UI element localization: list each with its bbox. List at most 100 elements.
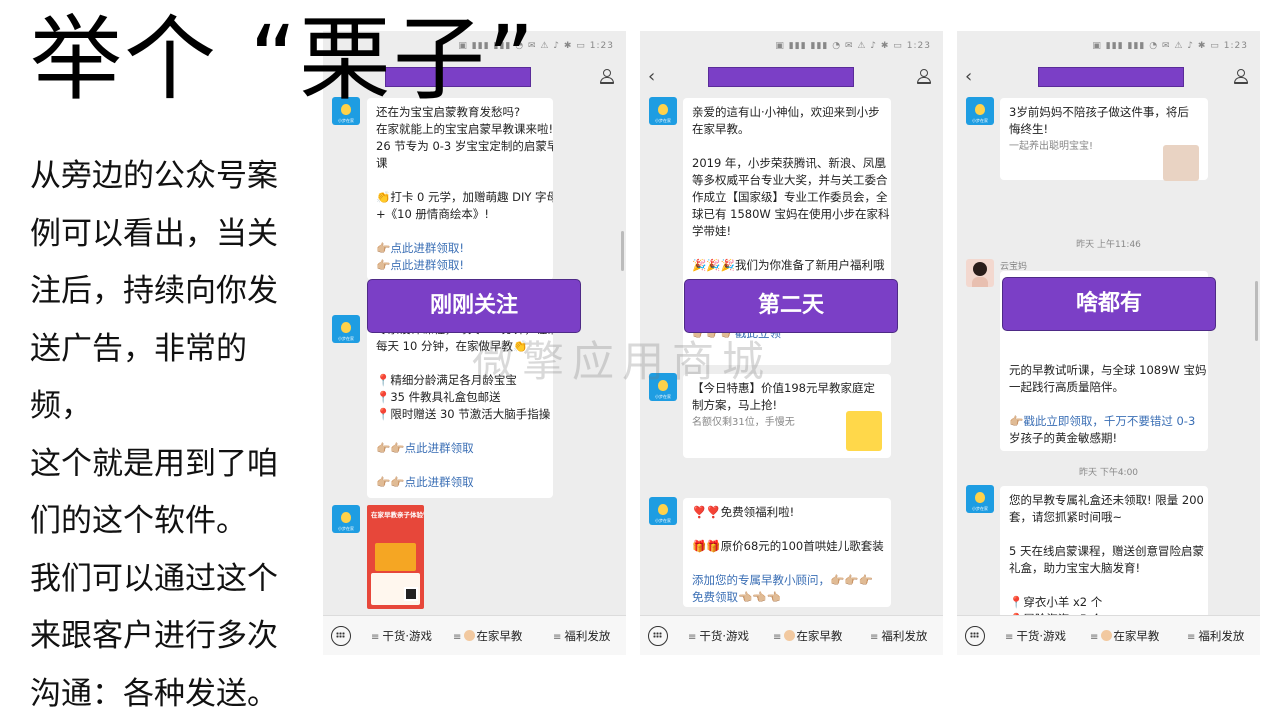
- message: 您的早教专属礼盒还未领取! 限量 200 套，请您抓紧时间哦~ 5 天在线启蒙课程，…: [957, 483, 1260, 615]
- message-line: [692, 521, 882, 538]
- menu-bar: ≡ 干货·游戏 ≡ 在家早教 ≡ 福利发放: [957, 615, 1260, 655]
- back-arrow-icon[interactable]: ‹: [965, 68, 972, 86]
- body-paragraph-1: 从旁边的公众号案 例可以看出，当关 注后，持续向你发 送广告，非常的频， 这个就…: [30, 158, 278, 539]
- message-line: [692, 555, 882, 572]
- poster-image[interactable]: 在家早教亲子体验营: [367, 505, 424, 609]
- chat-navbar: ‹: [640, 61, 943, 95]
- message-line: 🎁🎁原价68元的100首哄娃儿歌套装: [692, 539, 884, 553]
- menu-list-icon: ≡: [453, 632, 462, 643]
- account-avatar[interactable]: [649, 97, 677, 125]
- chat-navbar: ‹: [957, 61, 1260, 95]
- keyboard-icon[interactable]: [331, 626, 351, 646]
- user-profile-icon[interactable]: [917, 69, 931, 85]
- message-line: 元的早教试听课，与全球 1089W 宝妈: [1009, 363, 1207, 377]
- menu-list-icon: ≡: [553, 632, 562, 643]
- message-line: +《10 册情商绘本》!: [376, 207, 490, 221]
- menu-item-games[interactable]: ≡ 干货·游戏: [688, 628, 749, 644]
- keyboard-icon[interactable]: [648, 626, 668, 646]
- menu-item-early-education[interactable]: ≡ 在家早教: [453, 628, 522, 644]
- message-line: 亲爱的這有山·小神仙，欢迎来到小步: [692, 105, 880, 119]
- message-line: 👉🏼戳此立即领取，千万不要错过 0-3: [1009, 414, 1196, 428]
- phone-screenshot-3: ▣ ▮▮▮ ▮▮▮ ◔ ✉ ⚠ ♪ ✱ ▭1:23 ‹ 3岁前妈妈不陪孩子做这件…: [957, 31, 1260, 655]
- slide-body: 从旁边的公众号案 例可以看出，当关 注后，持续向你发 送广告，非常的频， 这个就…: [30, 148, 308, 720]
- menu-list-icon: ≡: [870, 632, 879, 643]
- message-line: 在家就能上的宝宝启蒙早教课来啦!: [376, 122, 553, 136]
- scrollbar[interactable]: [621, 231, 624, 271]
- menu-bar: ≡ 干货·游戏 ≡ 在家早教 ≡ 福利发放: [323, 615, 626, 655]
- menu-list-icon: ≡: [1090, 632, 1099, 643]
- message-line: 5 天在线启蒙课程，赠送创意冒险启蒙: [1009, 544, 1204, 558]
- message-line: [376, 457, 544, 474]
- message-line: 👉🏼点此进群领取!: [376, 241, 464, 255]
- message-line: 👉🏼👉🏼点此进群领取: [376, 475, 474, 489]
- account-avatar[interactable]: [649, 497, 677, 525]
- scrollbar[interactable]: [1255, 281, 1258, 341]
- account-avatar[interactable]: [966, 485, 994, 513]
- message-line: 📍穿衣小羊 x2 个: [1009, 595, 1103, 609]
- status-time: 1:23: [1223, 41, 1248, 51]
- status-time: 1:23: [589, 41, 614, 51]
- message-line: 📍35 件教具礼盒包邮送: [376, 390, 501, 404]
- message-line: 作成立【国家级】专业工作委员会，全: [692, 190, 888, 204]
- message-line: [1009, 345, 1199, 362]
- menu-item-games[interactable]: ≡ 干货·游戏: [1005, 628, 1066, 644]
- qr-code-icon: [404, 587, 418, 601]
- menu-list-icon: ≡: [371, 632, 380, 643]
- keyboard-icon[interactable]: [965, 626, 985, 646]
- message-line: 您的早教专属礼盒还未领取! 限量 200: [1009, 493, 1204, 507]
- menu-item-early-education[interactable]: ≡ 在家早教: [773, 628, 842, 644]
- menu-bar: ≡ 干货·游戏 ≡ 在家早教 ≡ 福利发放: [640, 615, 943, 655]
- chat-area[interactable]: 3岁前妈妈不陪孩子做这件事，将后悔终生!一起养出聪明宝宝! 昨天 上午11:46…: [957, 95, 1260, 615]
- message-bubble: 您的早教专属礼盒还未领取! 限量 200 套，请您抓紧时间哦~ 5 天在线启蒙课程，…: [1000, 486, 1208, 615]
- menu-item-welfare[interactable]: ≡ 福利发放: [870, 628, 927, 644]
- poster-title: 在家早教亲子体验营: [371, 511, 424, 519]
- message-line: 👏打卡 0 元学，加赠萌趣 DIY 字母卡: [376, 190, 553, 204]
- sender-avatar[interactable]: [966, 259, 994, 287]
- message-line: 悔终生!: [1009, 122, 1049, 136]
- message-line: 👉🏼点此进群领取!: [376, 258, 464, 272]
- account-avatar[interactable]: [966, 97, 994, 125]
- message-line: [1009, 577, 1199, 594]
- menu-item-early-education[interactable]: ≡ 在家早教: [1090, 628, 1159, 644]
- watermark: 微擎应用商城: [472, 337, 773, 386]
- message-line: [1009, 396, 1199, 413]
- baby-face-icon: [784, 630, 796, 641]
- account-avatar[interactable]: [332, 315, 360, 343]
- message: 在家早教亲子体验营: [323, 503, 626, 615]
- message-line: ❣️❣️免费领福利啦!: [692, 505, 795, 519]
- message-line: [376, 423, 544, 440]
- user-profile-icon[interactable]: [1234, 69, 1248, 85]
- menu-list-icon: ≡: [688, 632, 697, 643]
- account-avatar[interactable]: [332, 505, 360, 533]
- message-line: 👉🏼👉🏼点此进群领取: [376, 441, 474, 455]
- message-line: 2019 年，小步荣获腾讯、新浪、凤凰: [692, 156, 886, 170]
- menu-item-games[interactable]: ≡ 干货·游戏: [371, 628, 432, 644]
- user-profile-icon[interactable]: [600, 69, 614, 85]
- back-arrow-icon[interactable]: ‹: [648, 68, 655, 86]
- message-line: 📍限时赠送 30 节激活大脑手指操: [376, 407, 551, 421]
- message-line: 套，请您抓紧时间哦~: [1009, 510, 1123, 524]
- menu-item-welfare[interactable]: ≡ 福利发放: [553, 628, 610, 644]
- menu-item-welfare[interactable]: ≡ 福利发放: [1187, 628, 1244, 644]
- message-line: [1009, 526, 1199, 543]
- status-bar: ▣ ▮▮▮ ▮▮▮ ◔ ✉ ⚠ ♪ ✱ ▭ 1:23: [640, 31, 943, 61]
- label-just-followed: 刚刚关注: [367, 279, 581, 333]
- message-line: 课: [376, 156, 388, 170]
- baby-photo-thumbnail: [1163, 145, 1199, 181]
- message: 3岁前妈妈不陪孩子做这件事，将后悔终生!一起养出聪明宝宝!: [957, 95, 1260, 195]
- menu-list-icon: ≡: [1005, 632, 1014, 643]
- baby-face-icon: [464, 630, 476, 641]
- timestamp: 昨天 下午4:00: [1078, 468, 1139, 478]
- message-line: [376, 223, 544, 240]
- message-bubble: ❣️❣️免费领福利啦! 🎁🎁原价68元的100首哄娃儿歌套装 添加您的专属早教小顾问…: [683, 498, 891, 607]
- message-line: [692, 240, 882, 257]
- message-line: 一起践行高质量陪伴。: [1009, 380, 1124, 394]
- status-bar: ▣ ▮▮▮ ▮▮▮ ◔ ✉ ⚠ ♪ ✱ ▭ 1:23: [957, 31, 1260, 61]
- message-line: 添加您的专属早教小顾问，👉🏼👉🏼👉🏼: [692, 573, 873, 587]
- menu-list-icon: ≡: [773, 632, 782, 643]
- message-line: 在家早教。: [692, 122, 750, 136]
- status-icons: ▣ ▮▮▮ ▮▮▮ ◔ ✉ ⚠ ♪ ✱ ▭ 1:23: [775, 41, 931, 51]
- message-line: 26 节专为 0-3 岁宝宝定制的启蒙早教: [376, 139, 553, 153]
- message-line: 岁孩子的黄金敏感期!: [1009, 431, 1118, 445]
- baby-face-icon: [1101, 630, 1113, 641]
